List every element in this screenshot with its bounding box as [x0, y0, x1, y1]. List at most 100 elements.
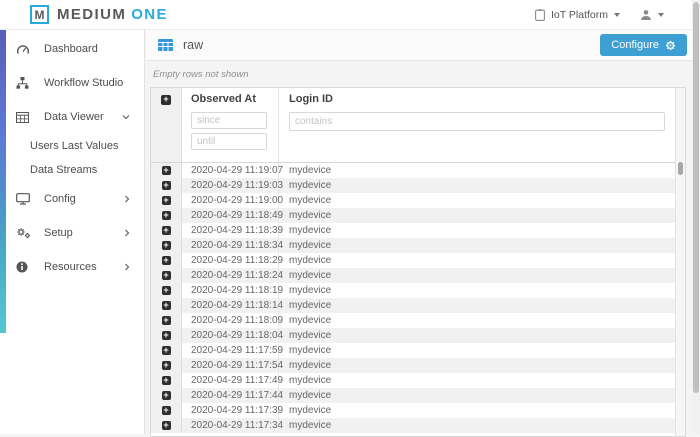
- expander-cell: [151, 283, 182, 298]
- expand-row-button[interactable]: [162, 166, 171, 175]
- expander-cell: [151, 223, 182, 238]
- expand-row-button[interactable]: [162, 241, 171, 250]
- sidebar-subitem-label: Data Streams: [30, 164, 97, 176]
- expand-row-button[interactable]: [162, 271, 171, 280]
- table-row: 2020-04-29 11:17:34 mydevice: [151, 418, 675, 433]
- sidebar-item-label: Config: [44, 193, 76, 205]
- expand-row-button[interactable]: [162, 181, 171, 190]
- sidebar-item-workflow-studio[interactable]: Workflow Studio: [0, 66, 144, 100]
- sidebar-item-dashboard[interactable]: Dashboard: [0, 32, 144, 66]
- expand-row-button[interactable]: [162, 301, 171, 310]
- page-title: raw: [183, 38, 203, 52]
- table-row: 2020-04-29 11:19:00 mydevice: [151, 193, 675, 208]
- login-id-cell: mydevice: [279, 328, 675, 343]
- empty-rows-note: Empty rows not shown: [153, 69, 700, 80]
- sidebar-item-setup[interactable]: Setup: [0, 216, 144, 250]
- table-row: 2020-04-29 11:18:09 mydevice: [151, 313, 675, 328]
- column-label: Login ID: [289, 93, 665, 105]
- expand-row-button[interactable]: [162, 391, 171, 400]
- expand-row-button[interactable]: [162, 211, 171, 220]
- expand-row-button[interactable]: [162, 361, 171, 370]
- login-id-cell: mydevice: [279, 208, 675, 223]
- expand-row-button[interactable]: [162, 286, 171, 295]
- expander-cell: [151, 373, 182, 388]
- page-scrollbar-thumb[interactable]: [693, 2, 699, 393]
- table-row: 2020-04-29 11:17:39 mydevice: [151, 403, 675, 418]
- info-circle-icon: [16, 261, 32, 273]
- logo-monogram-icon: M: [30, 5, 49, 24]
- table-scrollbar[interactable]: [675, 88, 685, 436]
- sidebar-item-data-viewer[interactable]: Data Viewer: [0, 100, 144, 134]
- table-row: 2020-04-29 11:17:59 mydevice: [151, 343, 675, 358]
- login-id-cell: mydevice: [279, 253, 675, 268]
- login-id-cell: mydevice: [279, 238, 675, 253]
- expander-cell: [151, 298, 182, 313]
- expander-cell: [151, 388, 182, 403]
- caret-down-icon: [614, 13, 620, 17]
- brand-text: MEDIUM: [57, 6, 126, 23]
- until-filter-input[interactable]: [191, 133, 267, 150]
- platform-menu[interactable]: IoT Platform: [535, 9, 620, 21]
- expander-cell: [151, 313, 182, 328]
- observed-at-cell: 2020-04-29 11:17:44: [182, 388, 279, 403]
- expand-row-button[interactable]: [162, 331, 171, 340]
- expand-row-button[interactable]: [162, 256, 171, 265]
- expander-cell: [151, 358, 182, 373]
- expander-cell: [151, 328, 182, 343]
- expander-cell: [151, 163, 182, 178]
- table-row: 2020-04-29 11:18:29 mydevice: [151, 253, 675, 268]
- observed-at-cell: 2020-04-29 11:19:07: [182, 163, 279, 178]
- sidebar-item-resources[interactable]: Resources: [0, 250, 144, 284]
- table-row: 2020-04-29 11:17:49 mydevice: [151, 373, 675, 388]
- table-row: 2020-04-29 11:19:07 mydevice: [151, 163, 675, 178]
- chevron-right-icon: [124, 229, 130, 237]
- observed-at-cell: 2020-04-29 11:17:34: [182, 418, 279, 433]
- page-scrollbar[interactable]: [692, 0, 700, 434]
- expand-row-button[interactable]: [162, 421, 171, 430]
- table-row: 2020-04-29 11:19:03 mydevice: [151, 178, 675, 193]
- expand-row-button[interactable]: [162, 376, 171, 385]
- observed-at-column-header: Observed At: [182, 88, 279, 162]
- observed-at-cell: 2020-04-29 11:18:19: [182, 283, 279, 298]
- platform-icon: [535, 9, 545, 21]
- chevron-right-icon: [124, 195, 130, 203]
- sidebar-item-users-last-values[interactable]: Users Last Values: [0, 134, 144, 158]
- plus-square-icon[interactable]: [161, 95, 171, 105]
- since-filter-input[interactable]: [191, 112, 267, 129]
- observed-at-cell: 2020-04-29 11:18:34: [182, 238, 279, 253]
- expander-cell: [151, 268, 182, 283]
- configure-button[interactable]: Configure: [600, 34, 687, 56]
- login-id-cell: mydevice: [279, 223, 675, 238]
- observed-at-cell: 2020-04-29 11:18:49: [182, 208, 279, 223]
- table-header-row: Observed At Login ID: [151, 88, 675, 163]
- column-label: Observed At: [191, 93, 278, 105]
- expander-header-cell: [151, 88, 182, 162]
- expand-row-button[interactable]: [162, 316, 171, 325]
- expander-cell: [151, 418, 182, 433]
- table-row: 2020-04-29 11:17:54 mydevice: [151, 358, 675, 373]
- expander-cell: [151, 178, 182, 193]
- expander-cell: [151, 253, 182, 268]
- sidebar: Dashboard Workflow Studio Data Viewer Us…: [0, 30, 145, 434]
- table-row: 2020-04-29 11:18:24 mydevice: [151, 268, 675, 283]
- sidebar-item-data-streams[interactable]: Data Streams: [0, 158, 144, 182]
- observed-at-cell: 2020-04-29 11:19:03: [182, 178, 279, 193]
- main-content: raw Configure Empty rows not shown Obser…: [146, 30, 700, 434]
- login-id-cell: mydevice: [279, 298, 675, 313]
- expand-row-button[interactable]: [162, 196, 171, 205]
- table-scrollbar-thumb[interactable]: [678, 162, 683, 175]
- expand-row-button[interactable]: [162, 226, 171, 235]
- sidebar-item-label: Resources: [44, 261, 97, 273]
- expand-row-button[interactable]: [162, 406, 171, 415]
- sidebar-item-config[interactable]: Config: [0, 182, 144, 216]
- login-id-column-header: Login ID: [279, 88, 675, 162]
- table-grid-icon: [16, 112, 32, 123]
- table-body: 2020-04-29 11:19:07 mydevice 2020-04-29 …: [151, 163, 675, 433]
- contains-filter-input[interactable]: [289, 112, 665, 131]
- login-id-cell: mydevice: [279, 388, 675, 403]
- expand-row-button[interactable]: [162, 346, 171, 355]
- observed-at-cell: 2020-04-29 11:19:00: [182, 193, 279, 208]
- caret-down-icon: [658, 13, 664, 17]
- user-menu[interactable]: [640, 9, 664, 21]
- login-id-cell: mydevice: [279, 178, 675, 193]
